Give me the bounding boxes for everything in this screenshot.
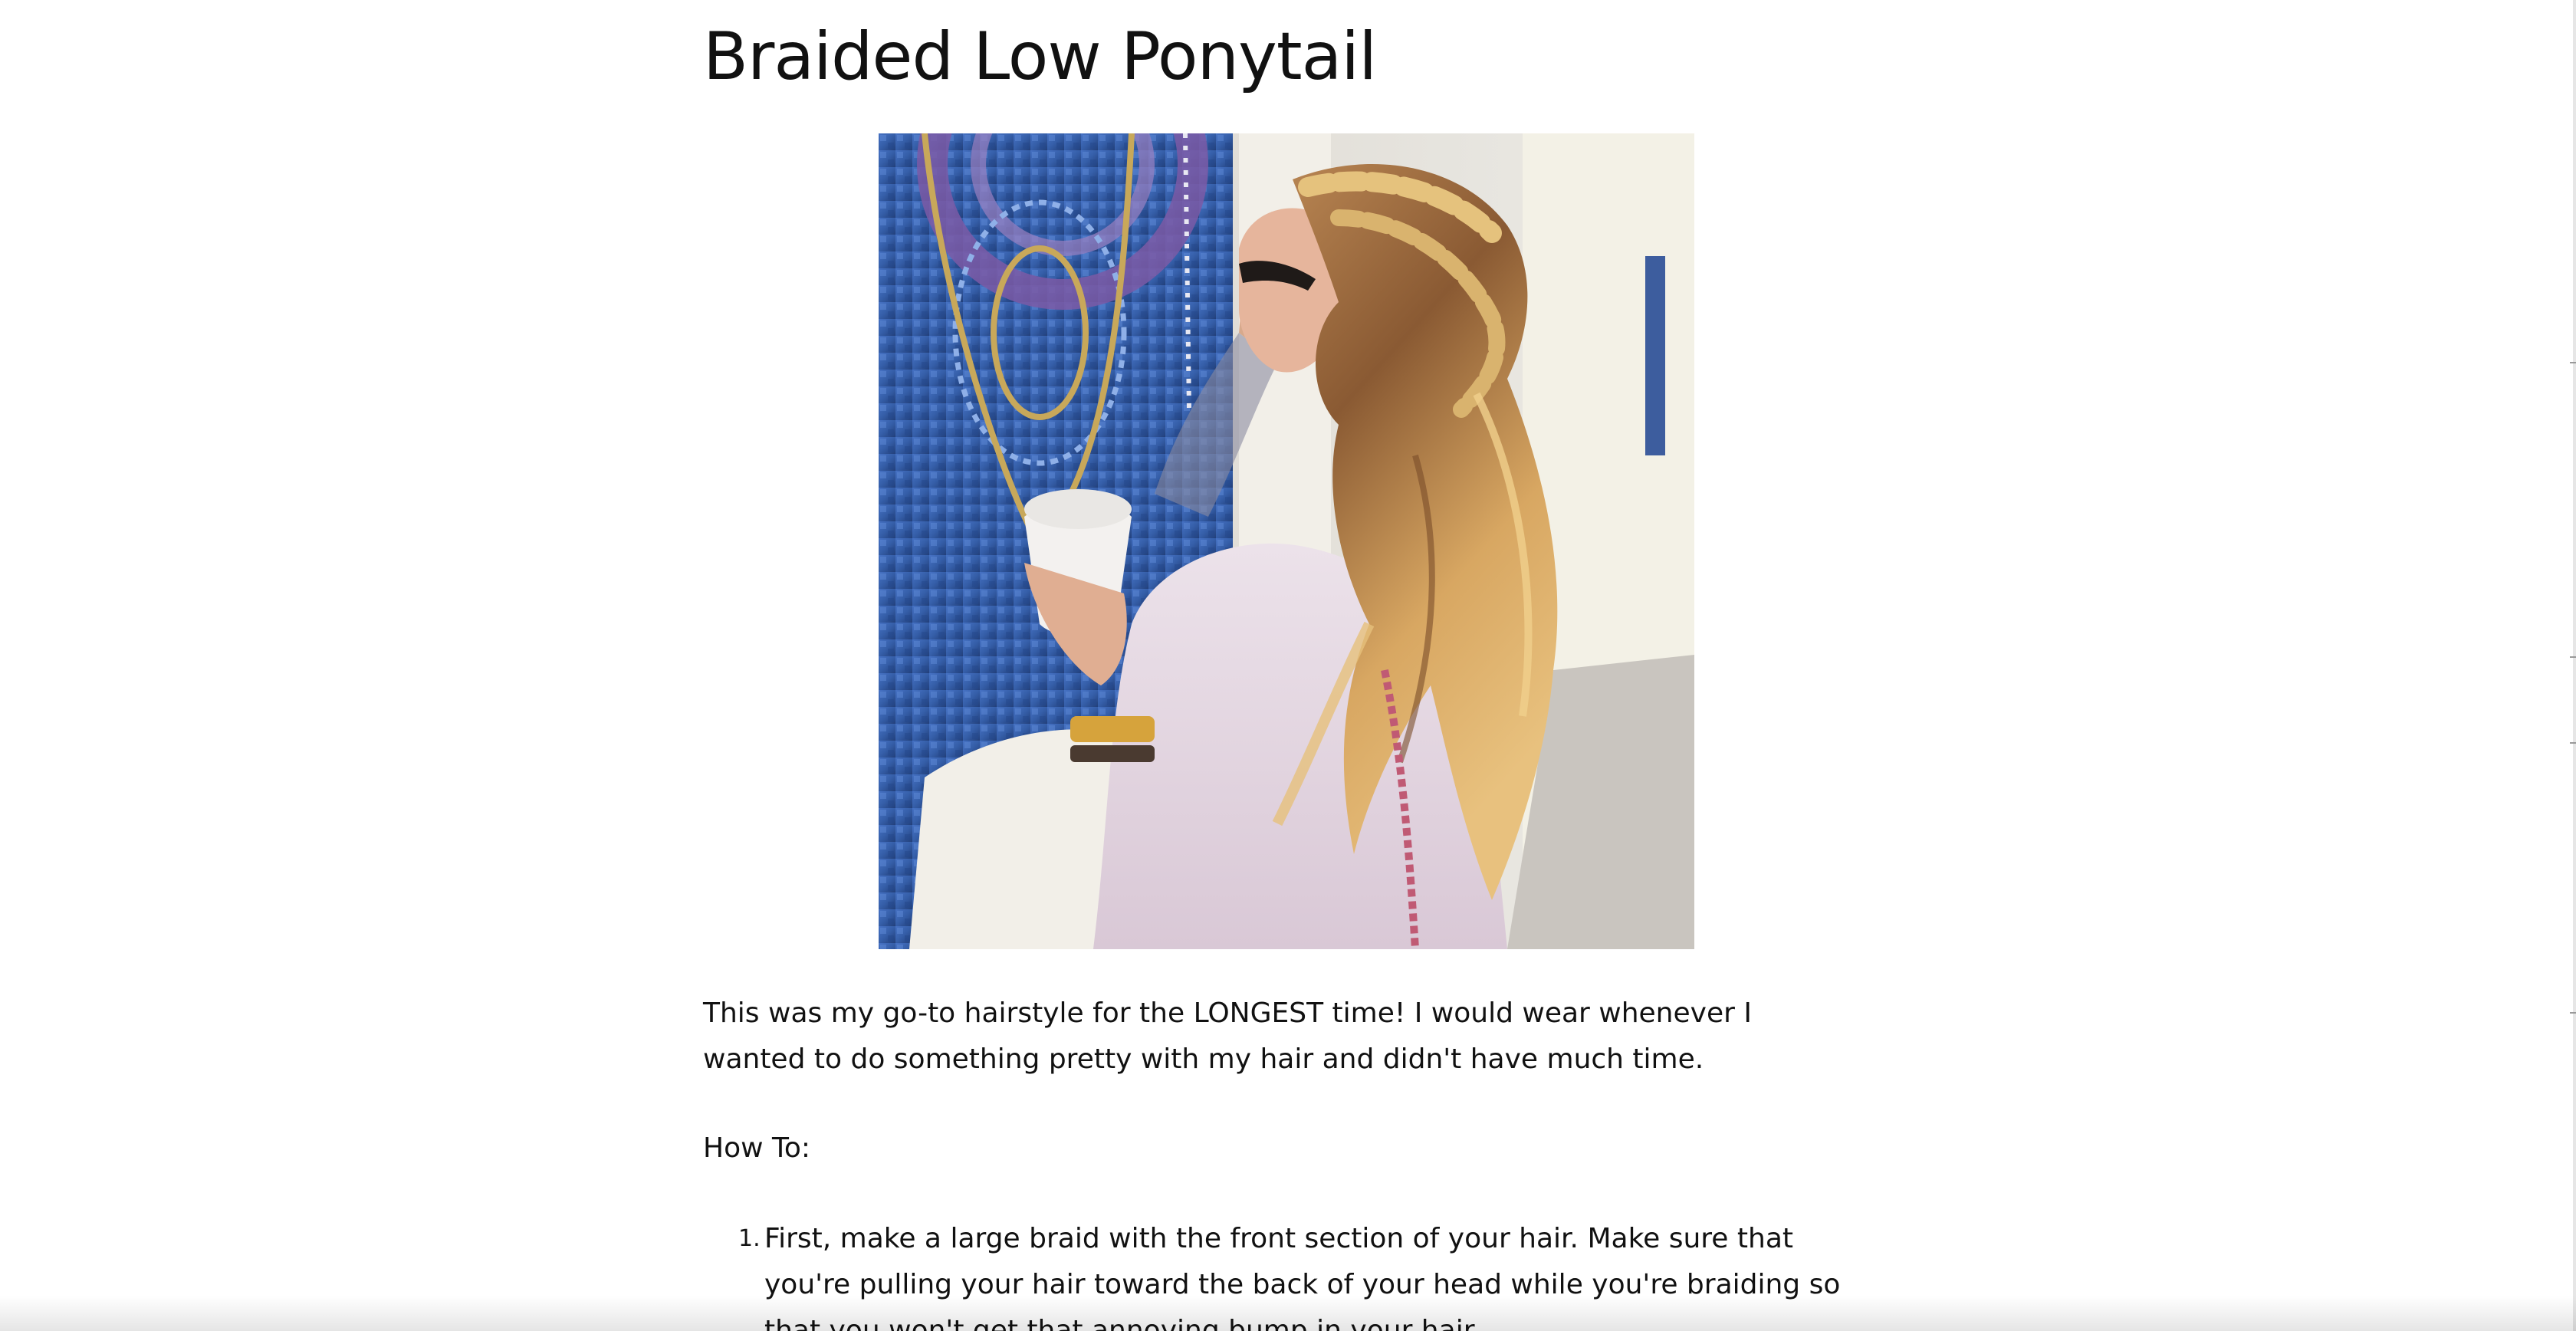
bottom-shadow bbox=[0, 1296, 2576, 1331]
page: Braided Low Ponytail This was my go-to h… bbox=[0, 0, 2576, 1331]
edge-tick bbox=[2570, 362, 2576, 363]
post-intro-paragraph: This was my go-to hairstyle for the LONG… bbox=[703, 997, 1752, 1075]
edge-tick bbox=[2570, 742, 2576, 744]
post-photo bbox=[879, 133, 1694, 949]
step-number: 1. bbox=[738, 1225, 761, 1252]
howto-label: How To: bbox=[703, 1132, 811, 1164]
edge-tick bbox=[2570, 1012, 2576, 1014]
post-title: Braided Low Ponytail bbox=[703, 18, 1377, 95]
window-edge bbox=[2570, 0, 2576, 1331]
post-photo-illustration bbox=[879, 133, 1694, 949]
edge-tick bbox=[2570, 656, 2576, 658]
